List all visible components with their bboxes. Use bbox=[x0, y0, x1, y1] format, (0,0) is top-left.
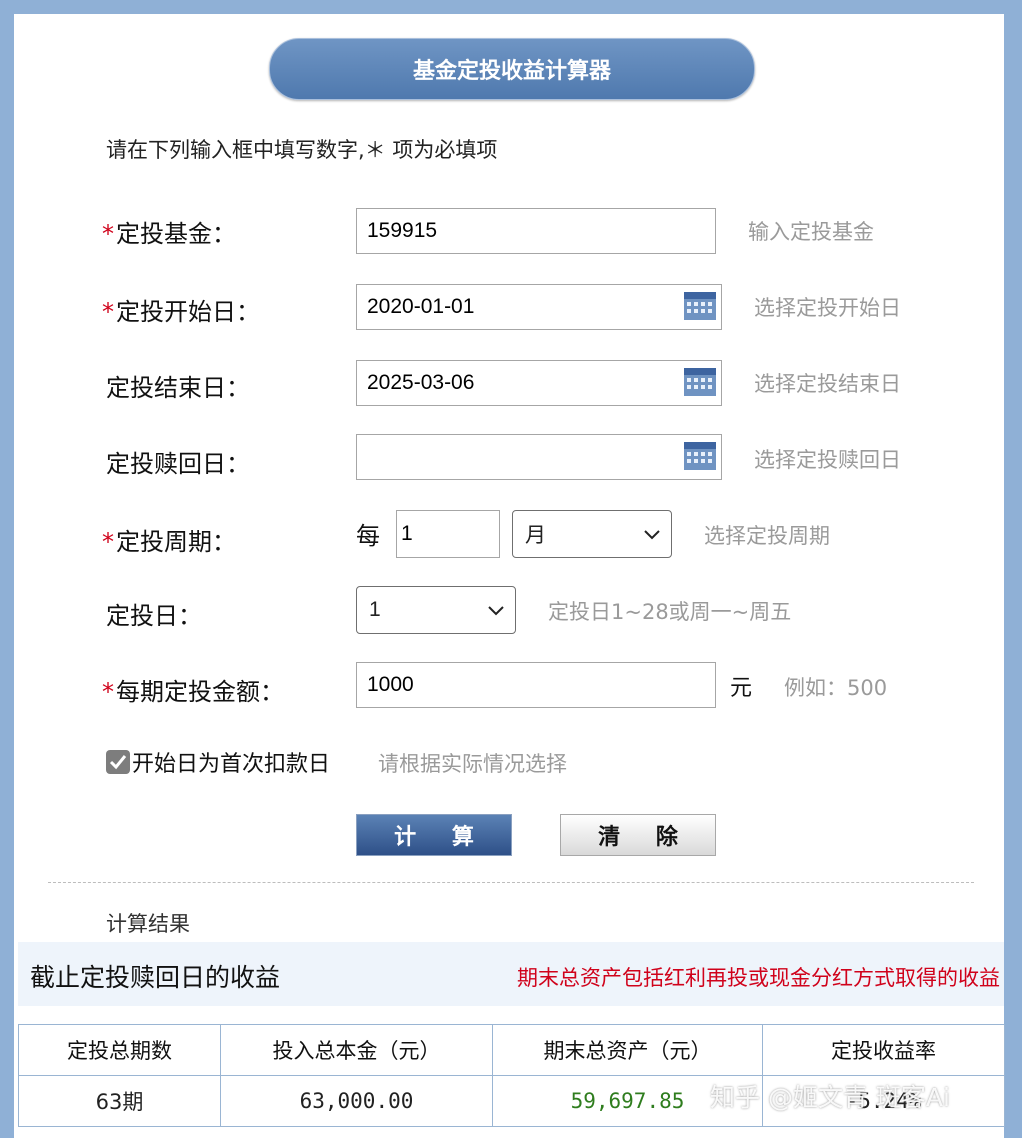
end-date-label: 定投结束日： bbox=[106, 374, 250, 402]
end-date-field[interactable] bbox=[356, 360, 722, 406]
amount-unit: 元 bbox=[730, 676, 753, 701]
required-mark: * bbox=[102, 678, 114, 706]
end-date-hint: 选择定投结束日 bbox=[754, 372, 901, 396]
results-note: 期末总资产包括红利再投或现金分红方式取得的收益 bbox=[517, 966, 1000, 990]
period-unit-value: 月 bbox=[525, 524, 546, 547]
amount-field[interactable] bbox=[356, 662, 716, 708]
end-date-input[interactable] bbox=[367, 371, 667, 395]
start-date-input[interactable] bbox=[367, 295, 667, 319]
invest-day-label: 定投日： bbox=[106, 602, 202, 630]
fund-field[interactable] bbox=[356, 208, 716, 254]
required-mark: * bbox=[102, 528, 114, 556]
total-periods-cell: 63期 bbox=[18, 1075, 221, 1127]
invest-day-value: 1 bbox=[369, 598, 381, 621]
start-date-field[interactable] bbox=[356, 284, 722, 330]
watermark: 知乎 @姬文青 斑客Ai bbox=[710, 1083, 950, 1112]
table-header-cell: 投入总本金（元） bbox=[220, 1024, 493, 1076]
redeem-date-label: 定投赎回日： bbox=[106, 450, 250, 478]
period-unit-select[interactable]: 月 bbox=[512, 510, 672, 558]
first-deduct-hint: 请根据实际情况选择 bbox=[378, 752, 567, 776]
invest-day-select[interactable]: 1 bbox=[356, 586, 516, 634]
results-header-band: 截止定投赎回日的收益 期末总资产包括红利再投或现金分红方式取得的收益 bbox=[18, 942, 1004, 1006]
redeem-date-field[interactable] bbox=[356, 434, 722, 480]
chevron-down-icon bbox=[644, 530, 660, 540]
calendar-icon[interactable] bbox=[684, 442, 716, 470]
amount-input[interactable] bbox=[367, 673, 705, 697]
period-count-input[interactable] bbox=[401, 522, 495, 546]
results-section-label: 计算结果 bbox=[106, 912, 190, 936]
first-deduct-checkbox[interactable] bbox=[106, 750, 130, 774]
redeem-date-hint: 选择定投赎回日 bbox=[754, 448, 901, 472]
calculator-panel: 基金定投收益计算器 请在下列输入框中填写数字,＊ 项为必填项 *定投基金： 输入… bbox=[14, 14, 1005, 1138]
calendar-icon[interactable] bbox=[684, 368, 716, 396]
period-prefix: 每 bbox=[356, 522, 380, 550]
redeem-date-input[interactable] bbox=[367, 445, 667, 469]
chevron-down-icon bbox=[488, 606, 504, 616]
table-header-cell: 定投收益率 bbox=[762, 1024, 1005, 1076]
calendar-icon[interactable] bbox=[684, 292, 716, 320]
required-mark: * bbox=[102, 220, 114, 248]
table-header-cell: 期末总资产（元） bbox=[492, 1024, 763, 1076]
period-count-field[interactable] bbox=[396, 510, 500, 558]
fund-input[interactable] bbox=[367, 219, 705, 243]
clear-button[interactable]: 清 除 bbox=[560, 814, 716, 856]
start-date-label: *定投开始日： bbox=[102, 298, 260, 326]
checkmark-icon bbox=[109, 755, 127, 770]
table-header-cell: 定投总期数 bbox=[18, 1024, 221, 1076]
calculate-button[interactable]: 计 算 bbox=[356, 814, 512, 856]
page-title: 基金定投收益计算器 bbox=[269, 38, 755, 100]
divider bbox=[48, 882, 974, 883]
start-date-hint: 选择定投开始日 bbox=[754, 296, 901, 320]
first-deduct-label[interactable]: 开始日为首次扣款日 bbox=[132, 746, 330, 778]
fund-hint: 输入定投基金 bbox=[748, 220, 874, 244]
invest-day-hint: 定投日1~28或周一~周五 bbox=[548, 600, 792, 624]
total-principal-cell: 63,000.00 bbox=[220, 1075, 493, 1127]
period-label: *定投周期： bbox=[102, 528, 236, 556]
results-title: 截止定投赎回日的收益 bbox=[30, 963, 281, 992]
amount-hint: 例如：500 bbox=[784, 676, 888, 700]
period-hint: 选择定投周期 bbox=[704, 524, 830, 548]
required-mark: * bbox=[102, 298, 114, 326]
fund-label: *定投基金： bbox=[102, 220, 236, 248]
table-header-row: 定投总期数 投入总本金（元） 期末总资产（元） 定投收益率 bbox=[18, 1024, 1005, 1076]
amount-label: *每期定投金额： bbox=[102, 678, 284, 706]
instruction-text: 请在下列输入框中填写数字,＊ 项为必填项 bbox=[106, 138, 498, 162]
